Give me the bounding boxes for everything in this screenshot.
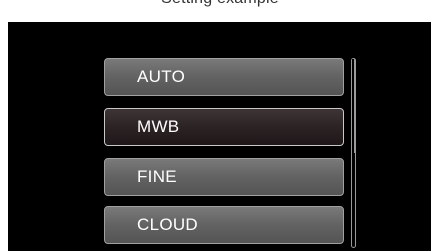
menu-item-cloud[interactable]: CLOUD <box>104 206 344 244</box>
camera-menu-screen: AUTO MWB FINE CLOUD <box>8 22 431 251</box>
menu-item-auto[interactable]: AUTO <box>104 58 344 96</box>
menu-item-fine[interactable]: FINE <box>104 158 344 196</box>
menu-item-mwb[interactable]: MWB <box>104 108 344 146</box>
header-title: Setting example <box>0 0 440 8</box>
menu-scrollbar[interactable] <box>351 58 356 248</box>
header-strip: Setting example <box>0 0 440 22</box>
scrollbar-thumb[interactable] <box>352 59 355 153</box>
